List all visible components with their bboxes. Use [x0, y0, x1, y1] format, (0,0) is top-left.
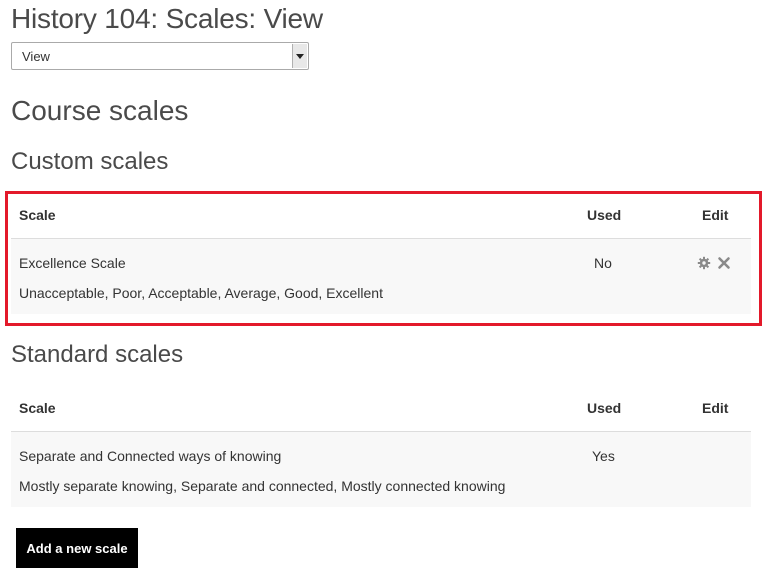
table-row: Separate and Connected ways of knowing M… [11, 432, 751, 507]
custom-scales-table: Scale Used Edit Excellence Scale Unaccep… [11, 193, 751, 314]
column-header-scale: Scale [19, 400, 56, 416]
table-header-row: Scale Used Edit [11, 386, 751, 432]
scale-items: Unacceptable, Poor, Acceptable, Average,… [19, 285, 383, 301]
chevron-down-icon[interactable] [292, 44, 307, 68]
column-header-edit: Edit [702, 207, 729, 223]
view-selector-value: View [22, 49, 50, 64]
scale-items: Mostly separate knowing, Separate and co… [19, 478, 506, 494]
edit-actions [697, 256, 731, 270]
scales-page: History 104: Scales: View View Course sc… [0, 0, 776, 583]
standard-scales-table: Scale Used Edit Separate and Connected w… [11, 386, 751, 507]
table-header-row: Scale Used Edit [11, 193, 751, 239]
scale-used-status: No [594, 255, 612, 271]
scale-used-status: Yes [592, 448, 615, 464]
view-selector-dropdown[interactable]: View [11, 42, 309, 70]
custom-scales-heading: Custom scales [11, 148, 169, 175]
scale-name: Excellence Scale [19, 255, 126, 271]
column-header-scale: Scale [19, 207, 56, 223]
scale-name: Separate and Connected ways of knowing [19, 448, 282, 464]
column-header-edit: Edit [702, 400, 729, 416]
column-header-used: Used [587, 207, 622, 223]
standard-scales-heading: Standard scales [11, 341, 184, 368]
column-header-used: Used [587, 400, 622, 416]
add-new-scale-button[interactable]: Add a new scale [16, 528, 138, 568]
delete-x-icon[interactable] [717, 256, 731, 270]
gear-icon[interactable] [697, 256, 711, 270]
page-title: History 104: Scales: View [11, 3, 323, 34]
course-scales-heading: Course scales [11, 95, 189, 126]
table-row: Excellence Scale Unacceptable, Poor, Acc… [11, 239, 751, 314]
